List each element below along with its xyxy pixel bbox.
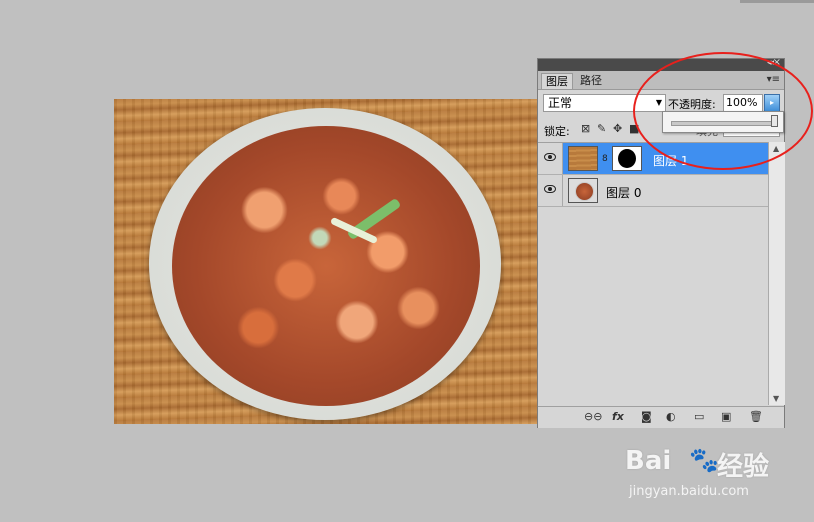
layers-list: 8 图层 1 图层 0 (538, 142, 768, 406)
red-annotation-circle (633, 52, 813, 170)
scroll-down-icon[interactable]: ▼ (773, 394, 779, 403)
link-layers-icon[interactable]: ⊖⊖ (584, 410, 602, 423)
watermark-logo: Bai (625, 446, 672, 476)
layer-name[interactable]: 图层 0 (606, 184, 641, 201)
trash-icon[interactable]: 🗑 (749, 410, 763, 423)
lock-transparency-icon[interactable]: ⊠ (581, 122, 590, 135)
visibility-toggle[interactable] (538, 143, 563, 174)
layer-thumbnail[interactable] (568, 146, 598, 171)
layer-row-0[interactable]: 图层 0 (538, 175, 768, 207)
lock-position-icon[interactable]: ✥ (613, 122, 622, 135)
new-layer-icon[interactable]: ▣ (721, 410, 731, 423)
layer-mask-thumbnail[interactable] (612, 146, 642, 171)
adjustment-layer-icon[interactable]: ◐ (666, 410, 676, 423)
fx-icon[interactable]: fx (612, 410, 624, 423)
watermark-url: jingyan.baidu.com (629, 484, 749, 499)
lock-label: 锁定: (544, 125, 570, 138)
canvas-image-shrimp-bowl[interactable] (114, 99, 539, 424)
tab-paths[interactable]: 路径 (576, 73, 606, 89)
layer-thumbnail[interactable] (568, 178, 598, 203)
shrimp-dish (172, 126, 480, 406)
chain-link-icon[interactable]: 8 (602, 154, 608, 164)
visibility-toggle[interactable] (538, 175, 563, 206)
eye-icon (544, 153, 556, 161)
panel-bottom-bar: ⊖⊖ fx ◙ ◐ ▭ ▣ 🗑 (538, 406, 784, 428)
paw-icon: 🐾 (689, 446, 719, 474)
baidu-watermark: Bai 🐾 经验 jingyan.baidu.com (625, 446, 775, 508)
new-group-icon[interactable]: ▭ (694, 410, 704, 423)
watermark-logo-suffix: 经验 (717, 452, 770, 482)
blend-mode-value: 正常 (548, 96, 573, 110)
add-mask-icon[interactable]: ◙ (641, 410, 652, 423)
top-edge (740, 0, 814, 3)
lock-pixels-icon[interactable]: ✎ (597, 122, 606, 135)
eye-icon (544, 185, 556, 193)
layers-scrollbar[interactable]: ▲ ▼ (768, 142, 785, 405)
tab-layers[interactable]: 图层 (541, 73, 573, 89)
